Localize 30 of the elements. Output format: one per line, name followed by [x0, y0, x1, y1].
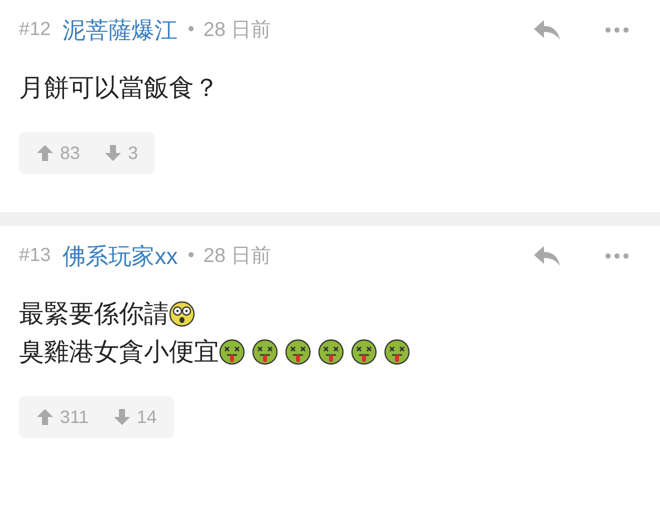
sick-face-icon: [219, 339, 245, 365]
down-arrow-icon: [104, 144, 122, 162]
upvote-button[interactable]: 311: [36, 404, 89, 430]
sick-face-icon: [252, 339, 278, 365]
more-icon[interactable]: [605, 27, 629, 33]
comment-text: 臭雞港女貪小便宜: [19, 337, 219, 368]
more-icon[interactable]: [605, 253, 629, 259]
sick-face-icon: [318, 339, 344, 365]
post-number: #12: [19, 18, 51, 42]
separator-dot: •: [188, 244, 194, 268]
author-name[interactable]: 佛系玩家xx: [62, 238, 178, 274]
downvote-button[interactable]: 14: [112, 404, 157, 430]
reply-icon[interactable]: [533, 19, 561, 41]
comment-text: 月餅可以當飯食？: [19, 73, 219, 104]
sick-face-icon: [384, 339, 410, 365]
post-time: 28 日前: [203, 244, 272, 269]
shocked-face-icon: [169, 301, 195, 327]
separator-dot: •: [188, 18, 194, 42]
up-arrow-icon: [36, 144, 54, 162]
post-number: #13: [19, 244, 51, 268]
reply-icon[interactable]: [533, 245, 561, 267]
post-time: 28 日前: [203, 18, 272, 43]
author-name[interactable]: 泥菩薩爆江: [62, 12, 178, 48]
down-arrow-icon: [112, 408, 131, 426]
up-arrow-icon: [36, 408, 54, 426]
upvote-button[interactable]: 83: [36, 140, 80, 166]
comment-text: 最緊要係你請: [19, 299, 169, 330]
sick-face-icon: [351, 339, 377, 365]
sick-face-icon: [285, 339, 311, 365]
downvote-button[interactable]: 3: [104, 140, 138, 166]
